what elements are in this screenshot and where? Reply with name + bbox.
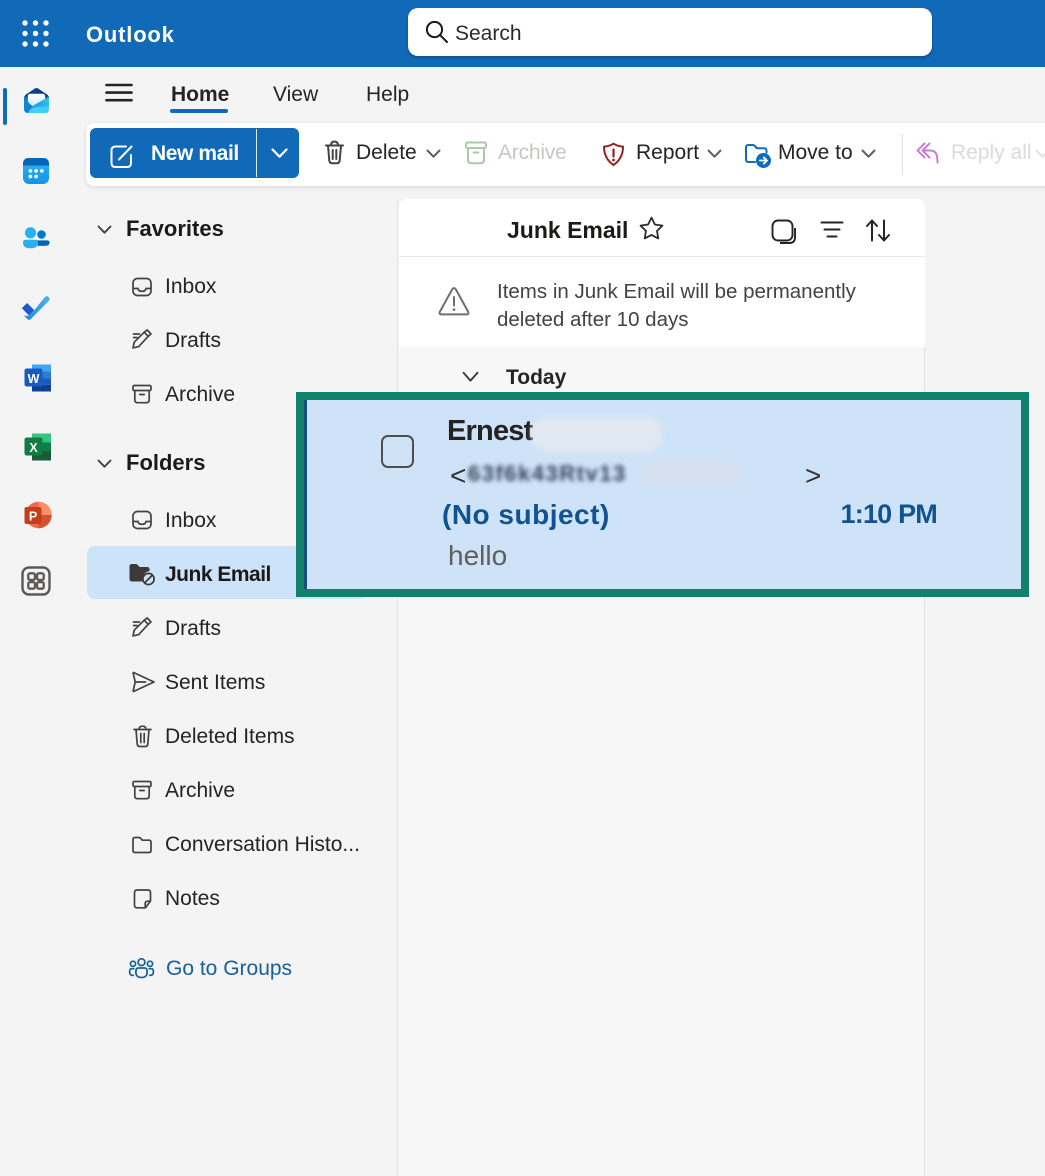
- svg-text:P: P: [29, 510, 37, 524]
- svg-text:X: X: [29, 441, 38, 455]
- svg-text:W: W: [28, 372, 40, 386]
